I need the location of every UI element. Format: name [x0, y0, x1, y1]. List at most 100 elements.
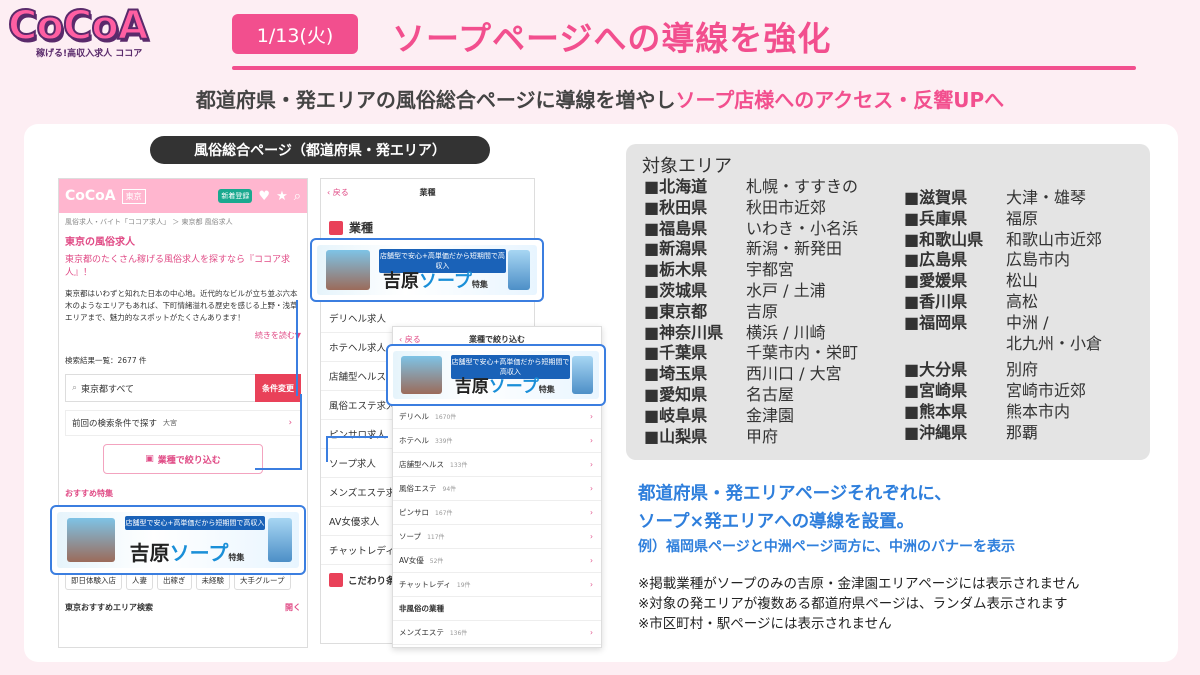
banner-strip: 店舗型で安心+高単価だから短期間で高収入 [124, 516, 266, 530]
banner-tokushu: 特集 [538, 385, 555, 394]
heart-icon[interactable]: ♥ [258, 189, 270, 204]
logo-brand: CoCoA [7, 3, 150, 49]
filter-item-count: 19件 [456, 582, 471, 589]
banner-photo [401, 355, 443, 395]
header-rule [232, 66, 1136, 70]
area-city: 西川口 / 大宮 [746, 364, 842, 384]
area-city: 吉原 [746, 301, 779, 321]
phone3-title: 業種で絞り込む [469, 334, 525, 344]
filter-item-name: ピンサロ [399, 508, 429, 517]
prefecture-name [904, 334, 1006, 355]
banner-main: 吉原 [383, 271, 419, 292]
subline-part2: ソープ店様へのアクセス・反響UPへ [675, 88, 1005, 112]
phone-logo: CoCoA [65, 188, 116, 204]
explanation: 都道府県・発エリアページそれぞれに、 ソープ×発エリアへの導線を設置。 例）福岡… [638, 480, 1015, 558]
filter-item[interactable]: ホテヘル 339件 › [393, 429, 601, 453]
briefcase-icon: ▣ [145, 454, 154, 464]
area-row: ■秋田県 秋田市近郊 [644, 198, 858, 219]
filter-item-name: 店舗型ヘルス [399, 460, 444, 469]
area-city: 金津園 [746, 405, 795, 425]
banner-photo [66, 517, 116, 563]
area-city: 千葉市内・栄町 [746, 343, 859, 363]
area-row: ■愛知県 名古屋 [644, 385, 858, 406]
prefecture-name: ■神奈川県 [644, 322, 724, 342]
prefecture-name: ■新潟県 [644, 239, 708, 259]
filter-item-count: 167件 [435, 510, 453, 517]
area-city: 新潟・新発田 [746, 239, 843, 259]
filter-item-name: ソープ [399, 532, 422, 541]
area-row: ■茨城県 水戸 / 土浦 [644, 281, 858, 302]
search-value: 東京都すべて [81, 384, 135, 395]
search-icon[interactable]: ⌕ [294, 189, 301, 204]
area-row: ■新潟県 新潟・新発田 [644, 239, 858, 260]
chevron-right-icon: › [590, 508, 593, 517]
area-city: 熊本市内 [1006, 401, 1071, 421]
filter-item[interactable]: ソープ 117件 › [393, 525, 601, 549]
area-row: ■熊本県 熊本市内 [904, 402, 1102, 423]
filter-item[interactable]: AV女優 52件 › [393, 549, 601, 573]
chevron-right-icon: › [590, 532, 593, 541]
area-row: ■福岡県 中洲 / [904, 313, 1102, 334]
connector-line [255, 468, 301, 470]
filter-item[interactable]: チャットレディ 19件 › [393, 573, 601, 597]
filter-item[interactable]: 非風俗の業種 [393, 597, 601, 621]
area-row: ■栃木県 宇都宮 [644, 260, 858, 281]
chevron-right-icon: › [590, 580, 593, 589]
area-search-footer[interactable]: 東京おすすめエリア検索 開く [59, 594, 307, 621]
filter-item[interactable]: ピンサロ 167件 › [393, 501, 601, 525]
phone2-topbar: ‹ 戻る 業種 [321, 179, 534, 205]
connector-line [296, 300, 298, 396]
area-row: ■千葉県 千葉市内・栄町 [644, 343, 858, 364]
area-city: 松山 [1006, 271, 1039, 291]
banner-soap: ソープ [169, 541, 229, 565]
previous-search-button[interactable]: 前回の検索条件で探す 大宮 › [65, 410, 301, 436]
soap-banner-phone1[interactable]: 店舗型で安心+高単価だから短期間で高収入 吉原ソープ特集 [50, 505, 306, 575]
area-row: ■埼玉県 西川口 / 大宮 [644, 364, 858, 385]
banner-tokushu: 特集 [228, 553, 245, 562]
change-condition-button[interactable]: 条件変更 [255, 374, 301, 402]
filter-item-name: AV女優 [399, 556, 424, 565]
area-city: 宮崎市近郊 [1006, 381, 1087, 401]
filter-item[interactable]: メンズエステ 136件 › [393, 621, 601, 645]
explain-line2: ソープ×発エリアへの導線を設置。 [638, 512, 915, 532]
open-toggle[interactable]: 開く [285, 602, 301, 613]
area-city: 広島市内 [1006, 250, 1071, 270]
star-icon[interactable]: ★ [276, 189, 288, 204]
prefecture-name: ■山梨県 [644, 426, 708, 446]
prefecture-name: ■秋田県 [644, 197, 708, 217]
chevron-right-icon: › [590, 412, 593, 421]
filter-item-name: 風俗エステ [399, 484, 437, 493]
chevron-right-icon: › [288, 418, 292, 428]
section-label: 業種 [349, 221, 374, 235]
note-item: ※対象の発エリアが複数ある都道府県ページは、ランダム表示されます [638, 596, 1068, 612]
prefecture-name: ■和歌山県 [904, 229, 984, 249]
search-input[interactable]: ⌕ 東京都すべて 条件変更 [65, 374, 301, 402]
result-count: 検索結果一覧：2677 件 [65, 356, 147, 365]
area-button[interactable]: 東京 [121, 188, 146, 204]
filter-by-industry-button[interactable]: ▣ 業種で絞り込む [103, 444, 263, 474]
breadcrumb[interactable]: 風俗求人・バイト「ココア求人」 ＞ 東京都 風俗求人 [59, 213, 307, 231]
logo-sub: 稼げる!高収入求人 ココア [36, 49, 143, 59]
filter-label: 業種で絞り込む [157, 455, 221, 466]
filter-list: デリヘル 1670件 › ホテヘル 339件 › 店舗型ヘルス 133件 › 風俗エステ 94件 › ピ… [393, 405, 601, 645]
filter-item-count: 1670件 [435, 414, 457, 421]
filter-item[interactable]: デリヘル 1670件 › [393, 405, 601, 429]
area-row: ■宮崎県 宮崎市近郊 [904, 381, 1102, 402]
chevron-right-icon: › [590, 556, 593, 565]
area-city: 甲府 [746, 426, 779, 446]
filter-item-name: 非風俗の業種 [399, 604, 444, 613]
previous-search-sub: 大宮 [163, 419, 178, 427]
area-city: 横浜 / 川崎 [746, 322, 826, 342]
area-city: 秋田市近郊 [746, 197, 827, 217]
filter-item[interactable]: 店舗型ヘルス 133件 › [393, 453, 601, 477]
soap-banner-phone3[interactable]: 店舗型で安心+高単価だから短期間で高収入 吉原ソープ特集 [386, 344, 606, 406]
soap-banner-phone2[interactable]: 店舗型で安心+高単価だから短期間で高収入 吉原ソープ特集 [310, 238, 544, 302]
area-row: ■福島県 いわき・小名浜 [644, 219, 858, 240]
filter-item[interactable]: 風俗エステ 94件 › [393, 477, 601, 501]
area-city: 福原 [1006, 208, 1039, 228]
new-register-button[interactable]: 新着登録 [218, 189, 253, 203]
connector-line [300, 394, 302, 470]
check-icon [329, 572, 343, 587]
filter-item-count: 94件 [442, 486, 457, 493]
read-more-link[interactable]: 続きを読む▼ [59, 328, 307, 343]
